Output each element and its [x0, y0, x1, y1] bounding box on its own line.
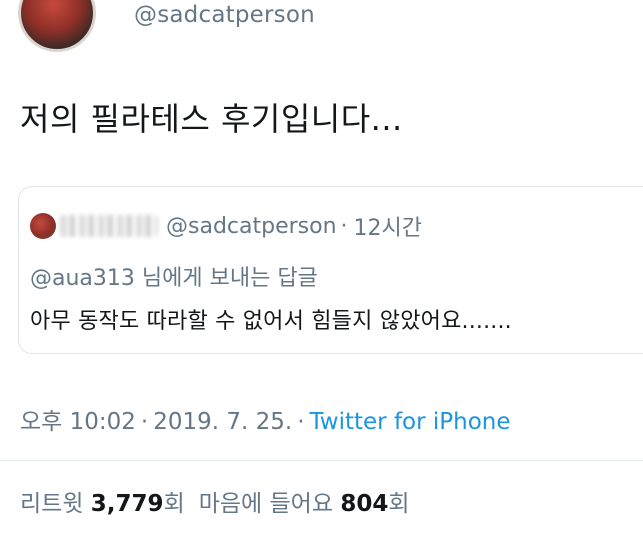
retweets-label: 리트윗 [20, 491, 84, 517]
quoted-author-avatar[interactable] [30, 213, 56, 239]
quoted-separator: · [340, 213, 348, 239]
quoted-tweet-text: 아무 동작도 따라할 수 없어서 힘들지 않았어요....... [30, 309, 512, 334]
divider [0, 460, 643, 461]
quoted-reply-to: @aua313 님에게 보내는 답글 [30, 266, 318, 291]
author-avatar[interactable] [18, 0, 96, 52]
quoted-author-name-blurred [60, 215, 158, 237]
tweet-stats: 리트윗 3,779회 마음에 들어요 804회 [20, 484, 410, 518]
quoted-author-handle[interactable]: @sadcatperson [166, 214, 337, 239]
author-handle[interactable]: @sadcatperson [134, 2, 315, 28]
tweet-time[interactable]: 오후 10:02 [20, 409, 136, 435]
likes-count: 804 [340, 491, 389, 517]
quoted-tweet-header: @sadcatperson · 12시간 [30, 210, 422, 242]
meta-separator-2: · [297, 409, 305, 435]
tweet-text: 저의 필라테스 후기입니다... [20, 100, 403, 138]
retweets-stat[interactable]: 리트윗 3,779회 [20, 491, 185, 517]
tweet-source-link[interactable]: Twitter for iPhone [310, 409, 511, 435]
tweet-meta: 오후 10:02 · 2019. 7. 25. · Twitter for iPhone [20, 402, 511, 436]
likes-stat[interactable]: 마음에 들어요 804회 [199, 491, 410, 517]
retweets-unit: 회 [163, 491, 185, 517]
tweet-date[interactable]: 2019. 7. 25. [153, 409, 292, 435]
likes-unit: 회 [388, 491, 410, 517]
retweets-count: 3,779 [90, 491, 164, 517]
meta-separator: · [140, 409, 149, 435]
quoted-timestamp[interactable]: 12시간 [354, 210, 422, 242]
likes-label: 마음에 들어요 [198, 491, 334, 517]
